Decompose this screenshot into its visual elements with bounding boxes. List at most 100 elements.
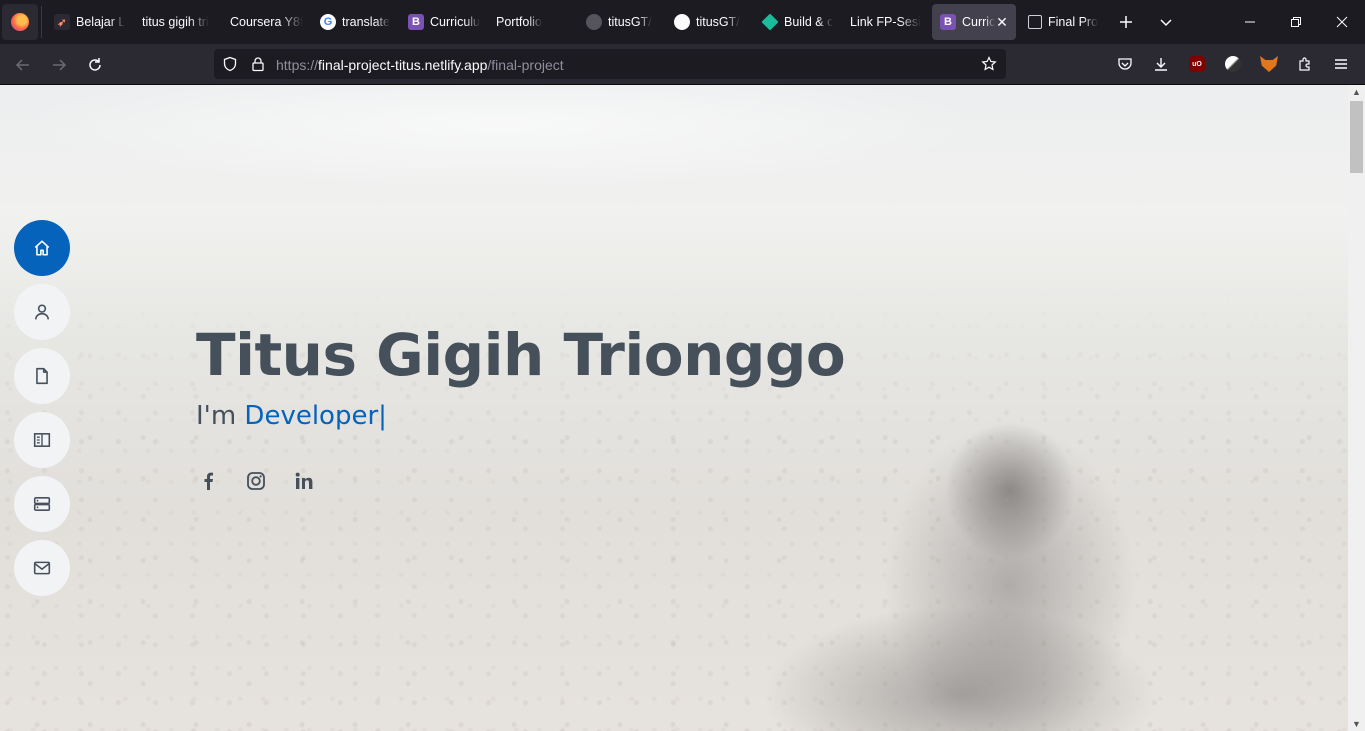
facebook-link[interactable] [196,469,220,493]
nav-resume-button[interactable] [14,348,70,404]
nav-portfolio-button[interactable] [14,412,70,468]
scroll-up-arrow-icon[interactable]: ▲ [1348,85,1365,99]
tab-separator [41,6,42,38]
hero-name: Titus Gigih Trionggo [196,321,846,389]
instagram-link[interactable] [244,469,268,493]
scroll-down-arrow-icon[interactable]: ▼ [1348,717,1365,731]
back-button[interactable] [8,50,38,80]
tab-title: titus gigih tri [142,15,209,29]
server-icon [33,497,51,511]
minimize-icon [1245,21,1255,23]
download-icon [1155,58,1167,71]
linkedin-link[interactable] [292,469,316,493]
diamond-icon [761,13,779,31]
tab-title: Link FP-Sesi [850,15,921,29]
new-tab-button[interactable] [1112,8,1140,36]
github-icon [586,14,602,30]
restore-button[interactable] [1273,0,1319,44]
intro-prefix: I'm [196,401,237,431]
lock-icon[interactable] [250,56,266,72]
dark-reader-icon [1225,56,1241,72]
arrow-left-icon [15,59,29,71]
pocket-button[interactable] [1114,53,1136,75]
typing-cursor: | [378,401,387,431]
tab-portfolio[interactable]: Portfolio [488,4,572,40]
hero-subtitle: I'm Developer| [196,401,387,431]
hamburger-menu-icon [1335,59,1347,69]
url-bar[interactable]: https://final-project-titus.netlify.app/… [214,49,1006,79]
tab-coursera[interactable]: Coursera Y8f [222,4,306,40]
app-menu-button[interactable] [1330,53,1352,75]
restore-icon [1291,17,1301,27]
tab-title: Curriculu [430,15,481,29]
tab-curriculum[interactable]: B Curriculu [400,4,484,40]
tab-title: Build & c [784,15,834,29]
typed-role: Developer [244,401,379,431]
puzzle-icon [1299,57,1310,71]
tab-title: Final Pro [1048,15,1099,29]
tab-title: translate [342,15,390,29]
person-card-icon [1028,15,1042,29]
close-icon [1336,16,1348,28]
reload-icon [89,58,101,71]
tab-title: Curric [962,15,996,29]
forward-button[interactable] [44,50,74,80]
plus-icon [1120,16,1132,28]
reload-button[interactable] [80,50,110,80]
bootstrap-icon: B [408,14,424,30]
nav-contact-button[interactable] [14,540,70,596]
url-text[interactable]: https://final-project-titus.netlify.app/… [276,57,564,73]
pocket-icon [1118,58,1132,70]
extensions-button[interactable] [1294,53,1316,75]
firefox-icon [11,13,29,31]
bootstrap-icon: B [940,14,956,30]
url-path: /final-project [487,57,564,73]
tab-curriculum-active[interactable]: B Curric ✕ [932,4,1016,40]
rocket-icon: ➶ [54,14,70,30]
facebook-icon [204,472,213,490]
navigation-toolbar: https://final-project-titus.netlify.app/… [0,44,1365,85]
tab-title: Coursera Y8f [230,15,304,29]
list-all-tabs-button[interactable] [1152,8,1180,36]
tab-title: Portfolio [496,15,542,29]
nav-services-button[interactable] [14,476,70,532]
tab-translate[interactable]: G translate [312,4,396,40]
linkedin-icon [295,472,313,489]
close-tab-icon[interactable]: ✕ [994,14,1010,30]
home-icon [34,240,50,256]
tab-title: Belajar L [76,15,126,29]
envelope-icon [33,561,51,575]
bookmark-star-icon[interactable] [981,56,997,72]
tab-final-project[interactable]: Final Pro [1020,4,1106,40]
url-scheme: https:// [276,57,319,73]
tab-strip: ➶ Belajar L titus gigih tri Coursera Y8f… [0,0,1365,44]
nav-home-button[interactable] [14,220,70,276]
metamask-extension-button[interactable] [1258,53,1280,75]
person-icon [35,304,49,320]
book-icon [33,433,51,447]
dark-mode-extension-button[interactable] [1222,53,1244,75]
github-icon [674,14,690,30]
firefox-view-button[interactable] [2,4,38,40]
ublock-icon: uO [1189,56,1205,72]
close-window-button[interactable] [1319,0,1365,44]
url-host: final-project-titus.netlify.app [318,57,488,73]
tab-title: titusGT/ [608,15,652,29]
tab-belajar[interactable]: ➶ Belajar L [46,4,130,40]
google-icon: G [320,14,336,30]
ublock-extension-button[interactable]: uO [1186,53,1208,75]
tab-titus-gigih[interactable]: titus gigih tri [134,4,218,40]
tab-github-2[interactable]: titusGT/ [666,4,750,40]
page-scrollbar[interactable]: ▲ ▼ [1348,85,1365,731]
downloads-button[interactable] [1150,53,1172,75]
tab-build[interactable]: Build & c [754,4,838,40]
arrow-right-icon [53,59,67,71]
instagram-icon [247,472,265,490]
tab-github-1[interactable]: titusGT/ [578,4,662,40]
nav-about-button[interactable] [14,284,70,340]
minimize-button[interactable] [1227,0,1273,44]
file-icon [36,367,48,385]
shield-icon[interactable] [222,56,238,72]
scroll-thumb[interactable] [1350,101,1363,173]
tab-link-fp[interactable]: Link FP-Sesi [842,4,928,40]
